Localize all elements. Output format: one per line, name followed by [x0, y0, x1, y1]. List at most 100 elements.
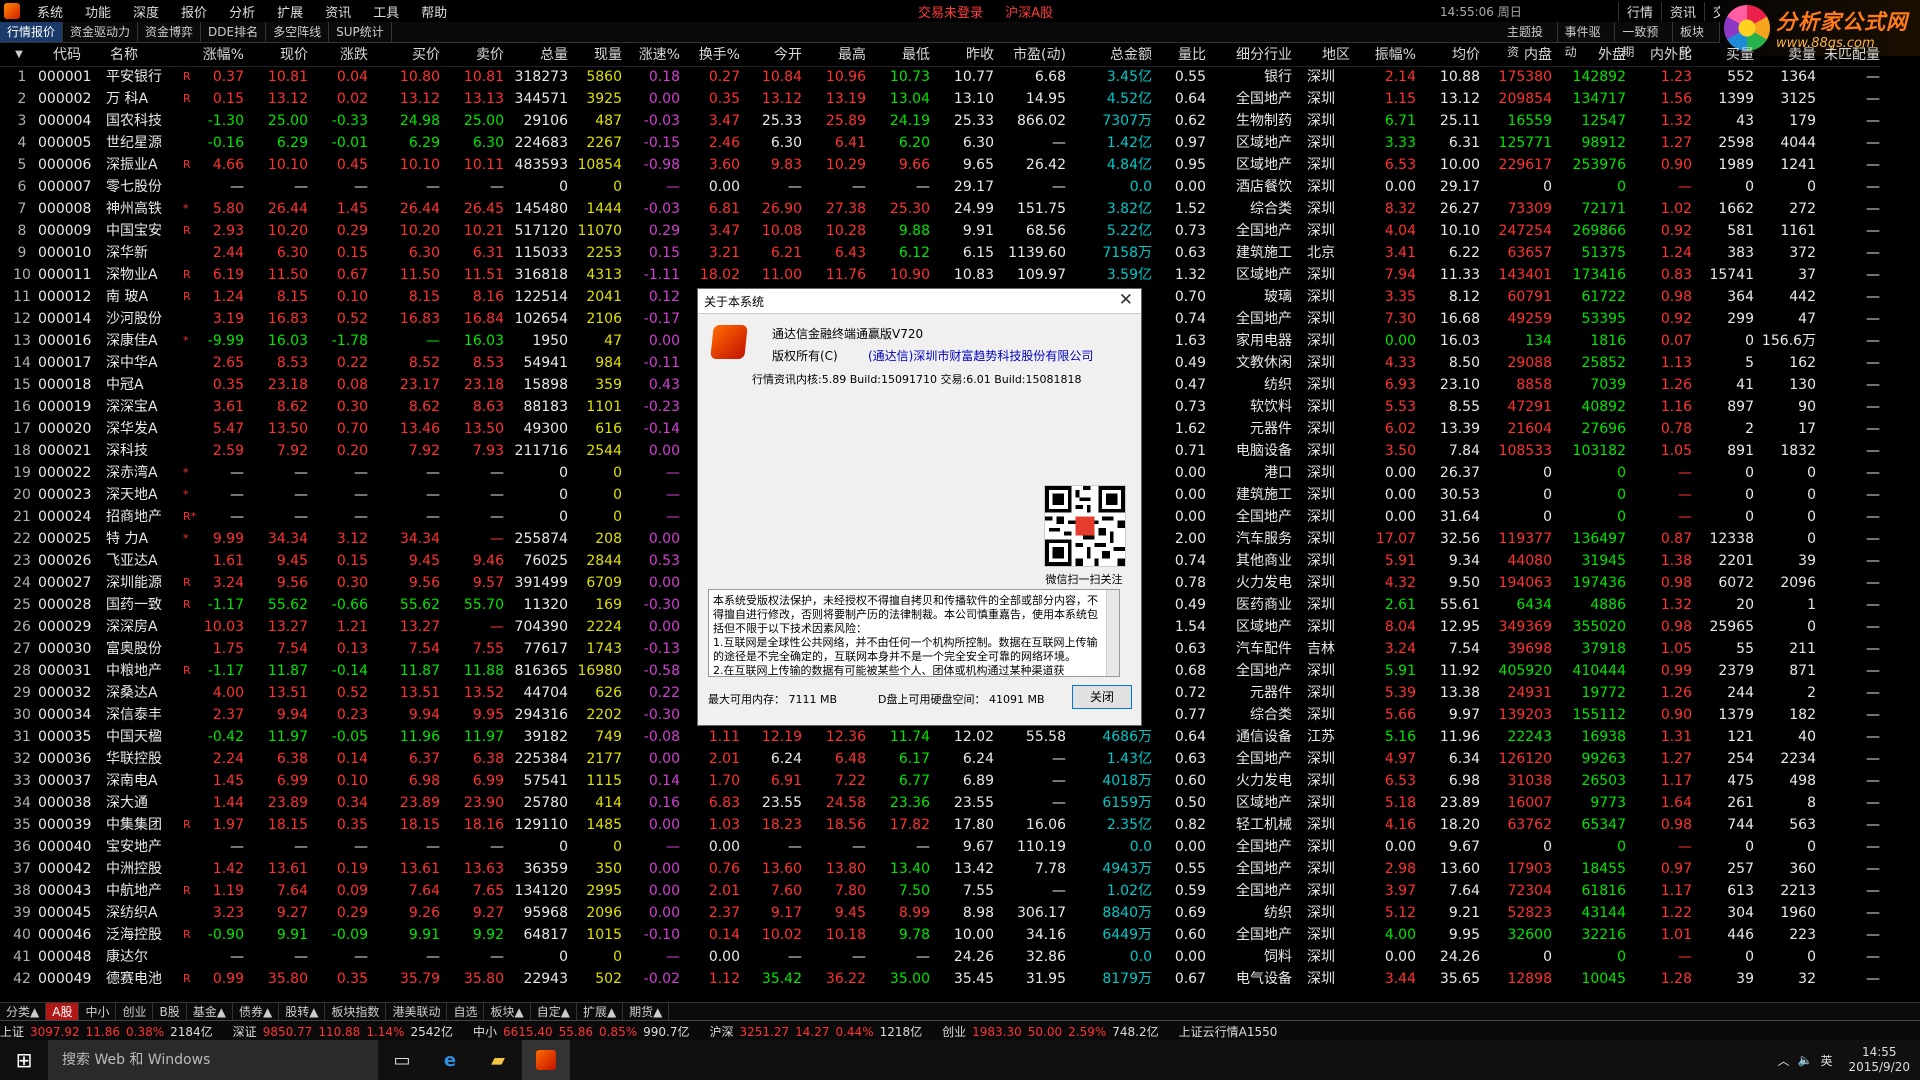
- tdx-app-icon[interactable]: [522, 1040, 570, 1080]
- column-header[interactable]: 涨幅%: [178, 44, 244, 66]
- table-row[interactable]: 7 000008 神州高铁 * 5.80 26.44 1.45 26.44 26.45 14548…: [0, 198, 1880, 220]
- column-header[interactable]: 细分行业: [1206, 44, 1292, 66]
- table-row[interactable]: 5 000006 深振业A R 4.66 10.10 0.45 10.10 10.11 48359…: [0, 154, 1880, 176]
- column-header[interactable]: 最低: [866, 44, 930, 66]
- table-row[interactable]: 4 000005 世纪星源 -0.16 6.29 -0.01 6.29 6.30 224683 2…: [0, 132, 1880, 154]
- category-tab[interactable]: 债券▲: [233, 1003, 280, 1021]
- volume-icon[interactable]: 🔈: [1798, 1053, 1813, 1067]
- table-row[interactable]: 36 000040 宝安地产 — — — — —0 0—0.00— — —9.67 110.19 0.0…: [0, 836, 1880, 858]
- top-right-button[interactable]: 行情: [1618, 1, 1661, 21]
- column-header[interactable]: 内盘: [1480, 44, 1552, 66]
- menu-item[interactable]: 工具: [362, 2, 410, 21]
- menu-item[interactable]: 资讯: [314, 2, 362, 21]
- category-tab[interactable]: 港美联动: [386, 1003, 448, 1021]
- menu-item[interactable]: 扩展: [266, 2, 314, 21]
- close-button[interactable]: 关闭: [1072, 685, 1132, 709]
- table-row[interactable]: 37 000042 中洲控股 1.42 13.61 0.19 13.61 13.63 36359…: [0, 858, 1880, 880]
- market-status[interactable]: 沪深A股: [1005, 6, 1053, 21]
- column-header[interactable]: 卖价: [440, 44, 504, 66]
- category-tab[interactable]: 板块▲: [484, 1003, 531, 1021]
- column-header[interactable]: 现价: [244, 44, 308, 66]
- index-item[interactable]: 创业 1983.30 50.00 2.59% 748.2亿: [942, 1023, 1164, 1040]
- table-row[interactable]: 3 000004 国农科技 -1.30 25.00 -0.33 24.98 25.00 2910…: [0, 110, 1880, 132]
- index-extra[interactable]: 上证云行情A1550: [1179, 1023, 1278, 1040]
- trade-status[interactable]: 交易未登录: [918, 6, 983, 21]
- table-row[interactable]: 35 000039 中集集团 R 1.97 18.15 0.35 18.15 18.16 1291…: [0, 814, 1880, 836]
- table-row[interactable]: 39 000045 深纺织A 3.23 9.27 0.29 9.26 9.27 95968 209…: [0, 902, 1880, 924]
- column-header[interactable]: 昨收: [930, 44, 994, 66]
- column-header[interactable]: 总量: [504, 44, 568, 66]
- company-link[interactable]: (通达信)深圳市财富趋势科技股份有限公司: [868, 347, 1093, 364]
- dialog-titlebar[interactable]: 关于本系统 ✕: [698, 289, 1141, 314]
- index-item[interactable]: 中小 6615.40 55.86 0.85% 990.7亿: [473, 1023, 695, 1040]
- top-right-button[interactable]: 资讯: [1661, 1, 1704, 21]
- file-explorer-icon[interactable]: ▰: [474, 1040, 522, 1080]
- column-header[interactable]: 买量: [1692, 44, 1754, 66]
- column-header[interactable]: 总金额: [1066, 44, 1152, 66]
- function-tab[interactable]: 多空阵线: [266, 22, 330, 42]
- column-header[interactable]: 名称: [110, 44, 188, 66]
- column-header[interactable]: 涨跌: [308, 44, 368, 66]
- menu-item[interactable]: 报价: [170, 2, 218, 21]
- right-function-tab[interactable]: 事件驱动: [1558, 22, 1616, 59]
- category-tab[interactable]: 股转▲: [279, 1003, 326, 1021]
- menu-item[interactable]: 分析: [218, 2, 266, 21]
- menu-item[interactable]: 功能: [74, 2, 122, 21]
- table-row[interactable]: 33 000037 深南电A 1.45 6.99 0.10 6.98 6.99 57541 111…: [0, 770, 1880, 792]
- category-tab[interactable]: 创业: [116, 1003, 154, 1021]
- index-item[interactable]: 沪深 3251.27 14.27 0.44% 1218亿: [709, 1023, 928, 1040]
- function-tab[interactable]: SUP统计: [329, 22, 392, 42]
- menu-item[interactable]: 帮助: [410, 2, 458, 21]
- category-tab[interactable]: A股: [46, 1003, 80, 1021]
- column-header[interactable]: 量比: [1152, 44, 1206, 66]
- category-tab[interactable]: B股: [153, 1003, 187, 1021]
- table-row[interactable]: 31 000035 中国天楹 -0.42 11.97 -0.05 11.96 11.97 391…: [0, 726, 1880, 748]
- column-header[interactable]: 外盘: [1552, 44, 1626, 66]
- taskbar-clock[interactable]: 14:55 2015/9/20: [1848, 1045, 1910, 1075]
- column-header[interactable]: 最高: [802, 44, 866, 66]
- table-row[interactable]: 38 000043 中航地产 R 1.19 7.64 0.09 7.64 7.65 134120 2…: [0, 880, 1880, 902]
- right-function-tab[interactable]: 一致预期: [1615, 22, 1674, 59]
- category-tab[interactable]: 中小: [79, 1003, 117, 1021]
- table-row[interactable]: 40 000046 泛海控股 R -0.90 9.91 -0.09 9.91 9.92 64817…: [0, 924, 1880, 946]
- windows-start-icon[interactable]: ⊞: [0, 1040, 48, 1080]
- table-row[interactable]: 6 000007 零七股份 — — — — — 0 0 — 0.00 — — — 29.17 — 0.0 0.00 酒…: [0, 176, 1880, 198]
- table-row[interactable]: 8 000009 中国宝安 R 2.93 10.20 0.29 10.20 10.21 51712…: [0, 220, 1880, 242]
- tray-arrow-icon[interactable]: ︿: [1777, 1052, 1789, 1069]
- column-header[interactable]: 换手%: [680, 44, 740, 66]
- index-item[interactable]: 深证 9850.77 110.88 1.14% 2542亿: [233, 1023, 459, 1040]
- column-header[interactable]: 涨速%: [622, 44, 680, 66]
- menu-item[interactable]: 系统: [26, 2, 74, 21]
- category-tab[interactable]: 板块指数: [325, 1003, 387, 1021]
- column-header[interactable]: 代码: [38, 44, 96, 66]
- column-header[interactable]: 未匹配量: [1816, 44, 1880, 66]
- column-header[interactable]: 买价: [368, 44, 440, 66]
- category-tab[interactable]: 基金▲: [187, 1003, 233, 1021]
- table-row[interactable]: 9 000010 深华新 2.44 6.30 0.15 6.30 6.31 115033 2253…: [0, 242, 1880, 264]
- close-icon[interactable]: ✕: [1119, 290, 1133, 310]
- category-tab[interactable]: 期货▲: [623, 1003, 670, 1021]
- taskbar-search[interactable]: 搜索 Web 和 Windows: [48, 1040, 378, 1080]
- column-header[interactable]: 振幅%: [1350, 44, 1416, 66]
- column-header[interactable]: 现量: [568, 44, 622, 66]
- column-header[interactable]: 地区: [1292, 44, 1350, 66]
- right-function-tab[interactable]: 板块轮: [1673, 22, 1721, 59]
- ime-indicator[interactable]: 英: [1820, 1052, 1832, 1069]
- menu-item[interactable]: 深度: [122, 2, 170, 21]
- category-tab[interactable]: 分类▲: [0, 1003, 47, 1021]
- table-row[interactable]: 32 000036 华联控股 2.24 6.38 0.14 6.37 6.38 225384 21…: [0, 748, 1880, 770]
- category-tab[interactable]: 自选: [447, 1003, 485, 1021]
- notice-scrollbar[interactable]: [1106, 590, 1119, 676]
- right-function-tab[interactable]: 主题投资: [1500, 22, 1558, 59]
- edge-browser-icon[interactable]: e: [426, 1040, 474, 1080]
- column-header[interactable]: 均价: [1416, 44, 1480, 66]
- column-header[interactable]: 内外比: [1626, 44, 1692, 66]
- category-tab[interactable]: 扩展▲: [577, 1003, 624, 1021]
- table-row[interactable]: 10 000011 深物业A R 6.19 11.50 0.67 11.50 11.51 3168…: [0, 264, 1880, 286]
- function-tab[interactable]: 资金博弈: [138, 22, 202, 42]
- function-tab[interactable]: 行情报价: [0, 22, 64, 42]
- column-header[interactable]: 市盈(动): [994, 44, 1066, 66]
- function-tab[interactable]: 资金驱动力: [63, 22, 139, 42]
- table-row[interactable]: 1 000001 平安银行 R 0.37 10.81 0.04 10.80 10.81 31827…: [0, 66, 1880, 88]
- table-row[interactable]: 41 000048 康达尔 — — — — —0 0—0.00— — —24.26 32.86 0.0 0…: [0, 946, 1880, 968]
